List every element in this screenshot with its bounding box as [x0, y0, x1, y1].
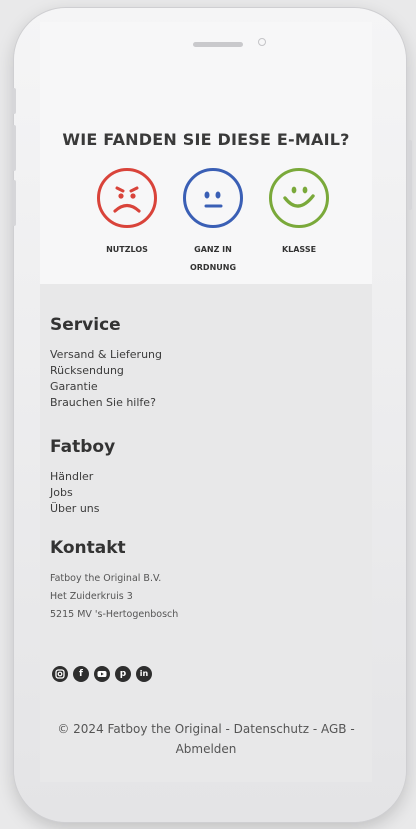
fatboy-heading: Fatboy [50, 437, 116, 457]
link-ruecksendung[interactable]: Rücksendung [50, 363, 124, 379]
survey-option-ganz-in-ordnung[interactable]: GANZ IN ORDNUNG [173, 241, 253, 277]
address-street: Het Zuiderkruis 3 [50, 591, 133, 602]
phone-speaker [193, 42, 243, 47]
link-garantie[interactable]: Garantie [50, 379, 98, 395]
survey-option-klasse[interactable]: KLASSE [259, 241, 339, 259]
facebook-icon[interactable]: f [73, 666, 89, 682]
link-hilfe[interactable]: Brauchen Sie hilfe? [50, 395, 156, 411]
link-jobs[interactable]: Jobs [50, 485, 73, 501]
youtube-icon[interactable] [94, 666, 110, 682]
neutral-face-button[interactable] [183, 168, 243, 228]
feedback-survey: WIE FANDEN SIE DIESE E-MAIL? NUTZLOS GAN… [40, 22, 372, 284]
survey-title: WIE FANDEN SIE DIESE E-MAIL? [62, 130, 350, 149]
linkedin-icon[interactable]: in [136, 666, 152, 682]
pinterest-icon[interactable]: p [115, 666, 131, 682]
address-city: 5215 MV 's-Hertogenbosch [50, 609, 179, 620]
phone-power-button [408, 140, 412, 210]
phone-side-button [12, 88, 16, 114]
unsubscribe-link[interactable]: Abmelden [40, 739, 372, 759]
survey-option-label-line2: ORDNUNG [189, 263, 237, 272]
sad-face-button[interactable] [97, 168, 157, 228]
happy-face-button[interactable] [269, 168, 329, 228]
copyright-line-1[interactable]: © 2024 Fatboy the Original - Datenschutz… [40, 719, 372, 739]
phone-camera [258, 38, 266, 46]
link-ueber-uns[interactable]: Über uns [50, 501, 100, 517]
survey-option-nutzlos[interactable]: NUTZLOS [87, 241, 167, 259]
instagram-icon[interactable] [52, 666, 68, 682]
kontakt-heading: Kontakt [50, 538, 126, 558]
phone-volume-down [12, 180, 16, 226]
link-haendler[interactable]: Händler [50, 469, 93, 485]
phone-volume-up [12, 125, 16, 171]
copyright-text: © 2024 Fatboy the Original - Datenschutz… [40, 719, 372, 759]
address-company: Fatboy the Original B.V. [50, 573, 162, 584]
email-screen: WIE FANDEN SIE DIESE E-MAIL? NUTZLOS GAN… [40, 22, 372, 782]
service-heading: Service [50, 315, 121, 335]
happy-face-icon [283, 186, 315, 208]
link-versand-lieferung[interactable]: Versand & Lieferung [50, 347, 162, 363]
sad-face-icon [113, 186, 141, 213]
survey-option-label-line1: GANZ IN [194, 245, 232, 254]
neutral-face-icon [204, 191, 223, 208]
